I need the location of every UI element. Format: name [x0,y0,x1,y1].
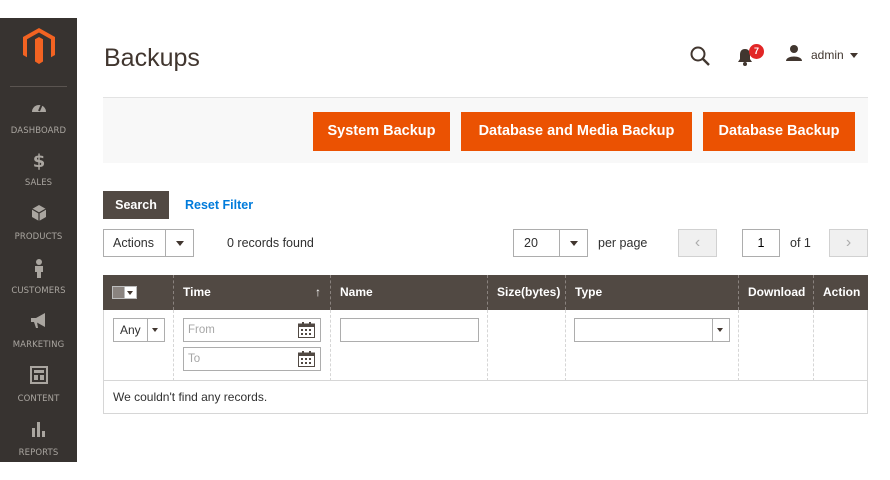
previous-page-button[interactable]: ‹ [678,229,717,257]
column-divider [738,310,739,381]
sort-ascending-icon: ↑ [315,285,321,299]
column-header-action: Action [813,275,868,310]
sidebar-item-label: MARKETING [12,340,65,350]
column-divider [173,310,174,381]
chevron-down-icon [152,328,158,332]
sidebar-item-customers[interactable]: CUSTOMERS [0,258,77,298]
user-account-menu[interactable]: admin [785,44,858,67]
sidebar-item-label: CUSTOMERS [11,286,66,296]
per-page-label: per page [598,236,648,250]
reset-filter-link[interactable]: Reset Filter [185,198,253,212]
column-divider [330,310,331,381]
column-header-label: Time [183,285,211,299]
per-page-select[interactable]: 20 [513,229,588,257]
page-title: Backups [104,44,200,72]
total-pages-label: of 1 [790,236,811,250]
column-divider [813,310,814,381]
sidebar-item-dashboard[interactable]: DASHBOARD [0,98,77,138]
column-header-name[interactable]: Name [330,275,487,310]
search-icon[interactable] [689,45,711,67]
mass-actions-select[interactable]: Actions [103,229,194,257]
system-backup-button[interactable]: System Backup [313,112,450,151]
column-header-download: Download [738,275,813,310]
chevron-down-icon [570,241,578,246]
mass-select-filter[interactable]: Any [113,318,165,342]
sidebar-item-content[interactable]: CONTENT [0,366,77,406]
name-filter-input[interactable] [340,318,479,342]
bar-chart-icon [0,420,77,440]
column-header-time[interactable]: Time ↑ [173,275,330,310]
records-found-count: 0 records found [227,236,314,250]
mass-select-column[interactable] [103,275,173,310]
sidebar-item-products[interactable]: PRODUCTS [0,204,77,244]
mass-actions-label: Actions [113,236,154,250]
dollar-icon: $ [0,150,77,170]
time-from-placeholder: From [188,324,215,336]
database-backup-button[interactable]: Database Backup [703,112,855,151]
grid-filter-row: Any From To [104,310,867,381]
sidebar-item-marketing[interactable]: MARKETING [0,312,77,352]
search-button[interactable]: Search [103,191,169,219]
chevron-down-icon [125,286,137,299]
megaphone-icon [0,312,77,332]
layout-icon [0,366,77,386]
column-divider [487,310,488,381]
column-header-label: Size(bytes) [497,285,561,299]
admin-sidebar: DASHBOARD $ SALES PRODUCTS CUSTOMERS MAR… [0,18,77,462]
dropdown-toggle [147,319,164,341]
time-from-field[interactable]: From [183,318,321,342]
database-and-media-backup-button[interactable]: Database and Media Backup [461,112,692,151]
mass-select-checkbox[interactable] [112,286,138,300]
sidebar-item-label: SALES [24,178,53,188]
notifications-button[interactable]: 7 [737,44,764,68]
speedometer-icon [0,98,77,118]
type-filter-select[interactable] [574,318,730,342]
chevron-left-icon: ‹ [694,234,701,251]
sidebar-item-label: CONTENT [17,394,60,404]
dropdown-toggle [712,319,729,341]
sidebar-divider [10,86,67,87]
notifications-count-badge: 7 [749,44,764,59]
svg-text:$: $ [32,151,45,170]
person-icon [0,258,77,278]
column-header-label: Type [575,285,603,299]
empty-grid-message: We couldn't find any records. [113,390,268,404]
any-filter-value: Any [120,323,141,337]
column-header-size[interactable]: Size(bytes) [487,275,565,310]
current-page-input[interactable] [742,229,780,257]
column-header-label: Download [748,285,806,299]
dropdown-toggle [165,230,193,256]
chevron-down-icon [849,52,858,58]
chevron-right-icon: › [845,234,852,251]
time-to-field[interactable]: To [183,347,321,371]
chevron-down-icon [717,328,723,332]
sidebar-item-label: PRODUCTS [14,232,63,242]
backups-grid: Time ↑ Name Size(bytes) Type Download Ac… [103,275,868,414]
user-icon [785,44,803,67]
sidebar-item-sales[interactable]: $ SALES [0,150,77,190]
next-page-button[interactable]: › [829,229,868,257]
page-actions-bar: System Backup Database and Media Backup … [103,97,868,163]
sidebar-item-reports[interactable]: REPORTS [0,420,77,460]
chevron-down-icon [176,241,184,246]
calendar-icon[interactable] [298,351,315,367]
sidebar-item-label: DASHBOARD [10,126,67,136]
cube-icon [0,204,77,224]
column-header-label: Action [823,285,861,299]
column-divider [565,310,566,381]
magento-logo[interactable] [23,28,55,64]
user-name: admin [811,48,844,62]
column-header-type[interactable]: Type [565,275,738,310]
calendar-icon[interactable] [298,322,315,338]
sidebar-item-label: REPORTS [18,448,59,458]
column-header-label: Name [340,285,373,299]
time-to-placeholder: To [188,353,201,365]
per-page-value: 20 [524,236,538,250]
dropdown-toggle [559,230,587,256]
grid-header-row: Time ↑ Name Size(bytes) Type Download Ac… [103,275,868,310]
checkbox-icon [112,286,125,299]
